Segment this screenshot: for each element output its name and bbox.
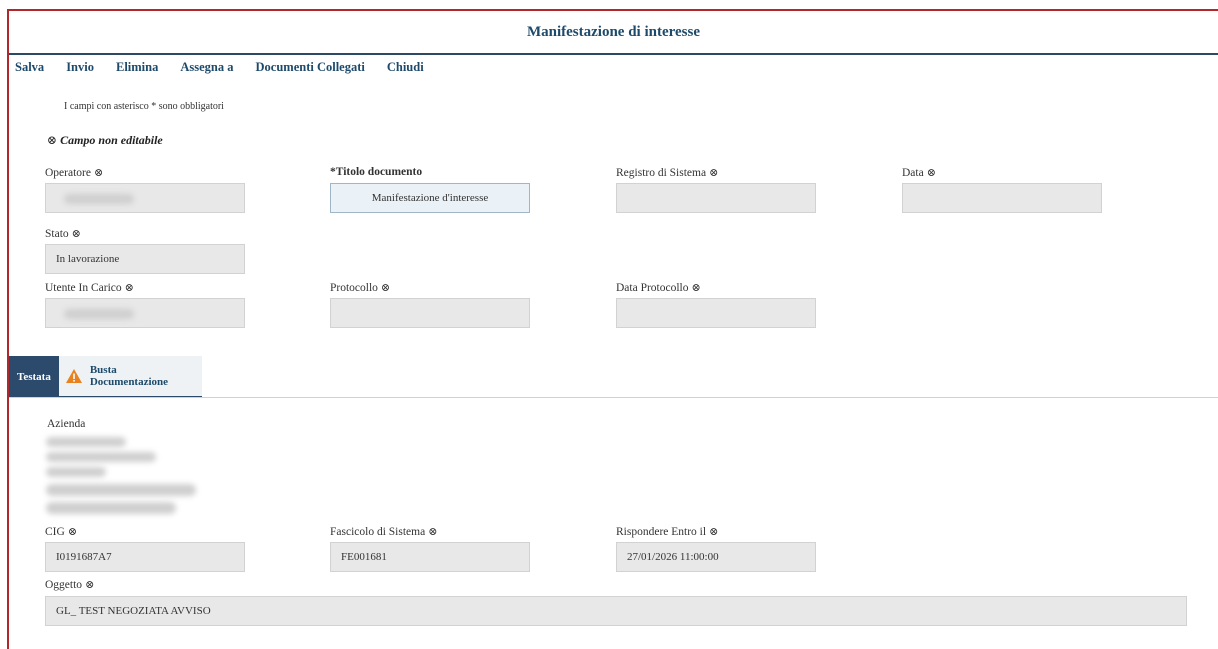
titolo-input[interactable]: Manifestazione d'interesse xyxy=(330,183,530,213)
tab-label: Busta Documentazione xyxy=(89,364,169,388)
non-editable-icon: ⊗ xyxy=(691,282,701,294)
delete-button[interactable]: Elimina xyxy=(116,60,158,80)
azienda-label: Azienda xyxy=(47,418,86,430)
assign-button[interactable]: Assegna a xyxy=(180,60,233,80)
tab-divider xyxy=(9,397,1218,398)
non-editable-icon: ⊗ xyxy=(124,282,134,294)
non-editable-icon: ⊗ xyxy=(709,167,719,179)
close-button[interactable]: Chiudi xyxy=(387,60,424,80)
registro-label: Registro di Sistema ⊗ xyxy=(616,167,719,179)
non-editable-icon: ⊗ xyxy=(926,167,936,179)
non-editable-icon: ⊗ xyxy=(67,526,78,538)
redacted-value xyxy=(64,194,134,204)
linked-documents-button[interactable]: Documenti Collegati xyxy=(256,60,365,80)
non-editable-icon: ⊗ xyxy=(71,228,81,240)
operatore-field xyxy=(45,183,245,213)
rispondere-field: 27/01/2026 11:00:00 xyxy=(616,542,816,572)
utente-field xyxy=(45,298,245,328)
redacted-value xyxy=(64,309,134,319)
non-editable-icon: ⊗ xyxy=(428,526,438,538)
non-editable-icon: ⊗ xyxy=(93,167,104,179)
data-label: Data ⊗ xyxy=(902,167,936,179)
rispondere-label: Rispondere Entro il ⊗ xyxy=(616,526,719,538)
protocollo-field xyxy=(330,298,530,328)
non-editable-icon: ⊗ xyxy=(47,133,58,147)
stato-field: In lavorazione xyxy=(45,244,245,274)
non-editable-icon: ⊗ xyxy=(85,579,95,591)
warning-icon xyxy=(65,368,83,384)
utente-label: Utente In Carico ⊗ xyxy=(45,282,134,294)
cig-field: I0191687A7 xyxy=(45,542,245,572)
data-protocollo-label: Data Protocollo ⊗ xyxy=(616,282,701,294)
title-bar: Manifestazione di interesse xyxy=(9,11,1218,55)
operatore-label: Operatore ⊗ xyxy=(45,167,104,179)
fascicolo-field: FE001681 xyxy=(330,542,530,572)
registro-field xyxy=(616,183,816,213)
required-fields-note: I campi con asterisco * sono obbligatori xyxy=(64,101,224,112)
toolbar: Salva Invio Elimina Assegna a Documenti … xyxy=(15,60,446,80)
tab-label: Testata xyxy=(17,371,51,383)
oggetto-label: Oggetto ⊗ xyxy=(45,579,95,591)
non-editable-legend: ⊗ Campo non editabile xyxy=(47,133,163,148)
oggetto-field: GL_ TEST NEGOZIATA AVVISO xyxy=(45,596,1187,626)
cig-label: CIG ⊗ xyxy=(45,526,78,538)
titolo-label: *Titolo documento xyxy=(330,166,423,178)
non-editable-icon: ⊗ xyxy=(380,282,391,294)
tab-testata[interactable]: Testata xyxy=(9,356,59,398)
send-button[interactable]: Invio xyxy=(66,60,94,80)
legend-text: Campo non editabile xyxy=(60,133,163,147)
save-button[interactable]: Salva xyxy=(15,60,44,80)
data-field xyxy=(902,183,1102,213)
data-protocollo-field xyxy=(616,298,816,328)
fascicolo-label: Fascicolo di Sistema ⊗ xyxy=(330,526,438,538)
page-title: Manifestazione di interesse xyxy=(526,23,701,40)
tab-bar: Testata Busta Documentazione xyxy=(9,356,202,398)
stato-label: Stato ⊗ xyxy=(45,228,81,240)
protocollo-label: Protocollo ⊗ xyxy=(330,282,391,294)
non-editable-icon: ⊗ xyxy=(709,526,719,538)
tab-busta-documentazione[interactable]: Busta Documentazione xyxy=(58,356,202,398)
